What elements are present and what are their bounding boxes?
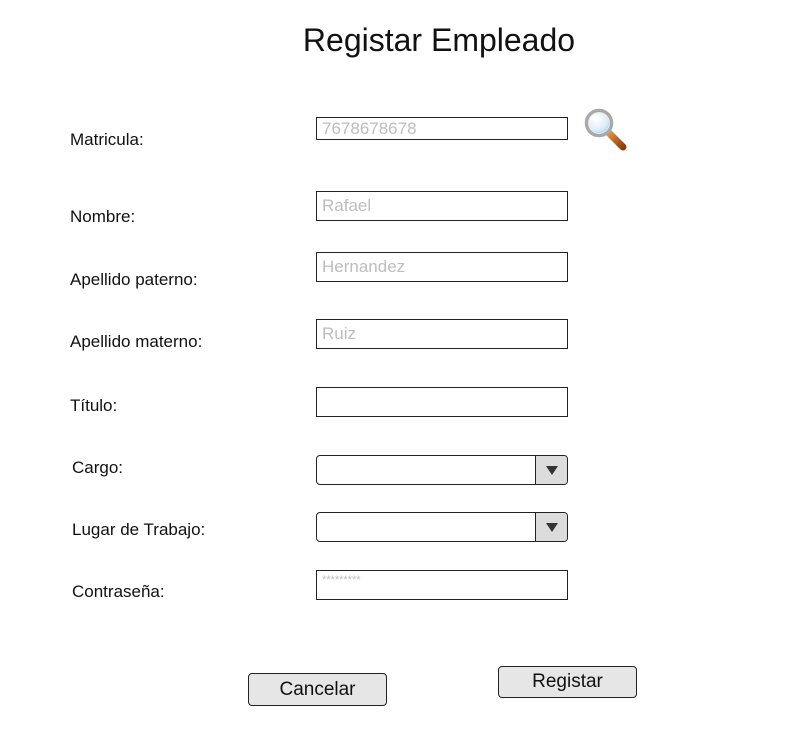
apellido-materno-label: Apellido materno:	[70, 332, 203, 351]
page-title: Registar Empleado	[302, 22, 576, 58]
apellido-paterno-label: Apellido paterno:	[70, 270, 198, 289]
matricula-input[interactable]: 7678678678	[316, 117, 568, 140]
lugar-trabajo-label: Lugar de Trabajo:	[72, 520, 206, 539]
contrasena-label: Contraseña:	[72, 582, 165, 601]
cancel-button[interactable]: Cancelar	[248, 673, 387, 706]
search-icon[interactable]	[582, 106, 628, 152]
chevron-down-icon[interactable]	[535, 456, 567, 484]
cargo-select[interactable]	[316, 455, 568, 485]
password-input[interactable]: *********	[316, 570, 568, 600]
register-button[interactable]: Registar	[498, 666, 637, 698]
titulo-label: Título:	[70, 396, 118, 415]
lugar-trabajo-select[interactable]	[316, 512, 568, 542]
titulo-input[interactable]	[316, 387, 568, 417]
nombre-input[interactable]: Rafael	[316, 191, 568, 221]
cargo-label: Cargo:	[72, 458, 124, 477]
apellido-paterno-input[interactable]: Hernandez	[316, 252, 568, 282]
apellido-materno-input[interactable]: Ruiz	[316, 319, 568, 349]
nombre-label: Nombre:	[70, 207, 136, 226]
matricula-label: Matricula:	[70, 130, 144, 149]
chevron-down-icon[interactable]	[535, 513, 567, 541]
